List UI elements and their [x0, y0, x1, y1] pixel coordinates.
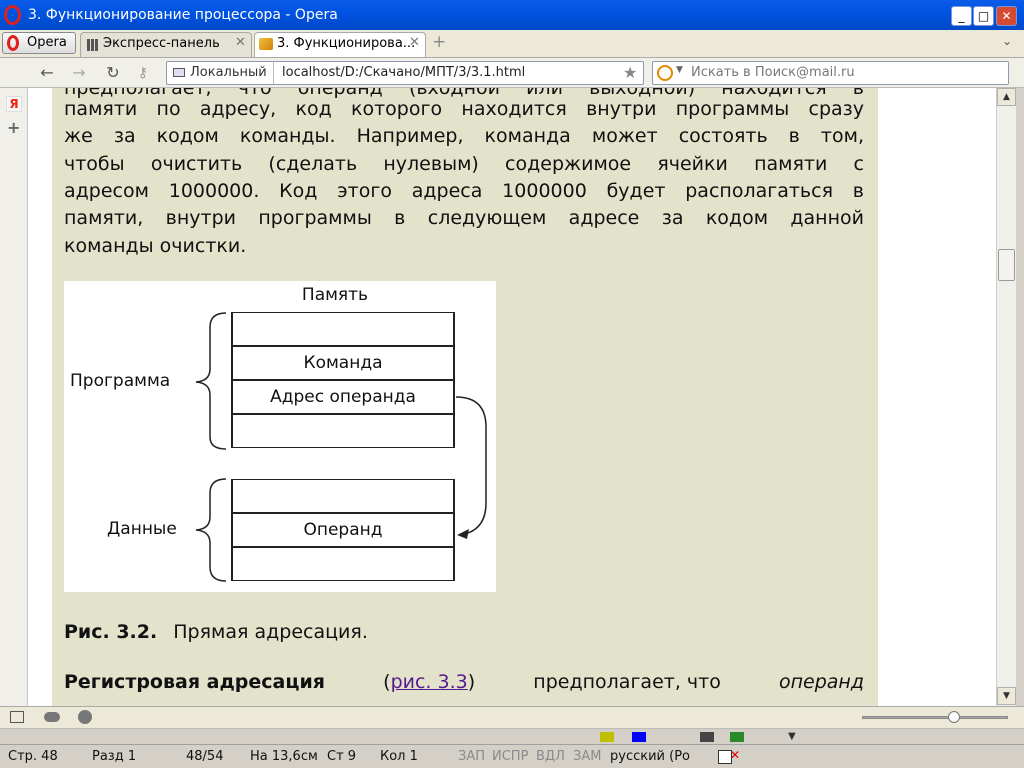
- spelling-error-icon: ✕: [730, 748, 741, 762]
- document-viewport: предполагает, что операнд (входной или в…: [28, 88, 996, 706]
- speed-dial-icon[interactable]: [78, 710, 92, 724]
- color-swatch-icon: [730, 732, 744, 742]
- address-arrow: [455, 396, 487, 536]
- zoom-slider[interactable]: [862, 711, 1008, 723]
- program-brace: [195, 312, 227, 450]
- text-line: памяти по адресу, код которого находится…: [64, 98, 864, 120]
- tab-label: 3. Функционирова...: [277, 36, 416, 51]
- text-line: адресом 1000000. Код этого адреса 100000…: [64, 180, 864, 202]
- window-title: 3. Функционирование процессора - Opera: [28, 7, 338, 23]
- pages-indicator: 48/54: [186, 749, 224, 764]
- site-label: Локальный: [190, 65, 267, 80]
- page-indicator: Стр. 48: [8, 749, 58, 764]
- cloud-icon[interactable]: [44, 712, 60, 722]
- extend-indicator[interactable]: ВДЛ: [536, 749, 565, 764]
- window-edge: [1016, 88, 1024, 706]
- opera-o-icon: [7, 35, 19, 51]
- title-bar: 3. Функционирование процессора - Opera _…: [0, 0, 1024, 30]
- paren-text: (рис. 3.3): [383, 671, 476, 693]
- key-icon[interactable]: ⚷: [134, 64, 152, 82]
- maximize-button[interactable]: □: [973, 6, 994, 26]
- tab-list-chevron-icon[interactable]: ⌄: [1002, 34, 1012, 48]
- reload-icon[interactable]: ↻: [104, 64, 122, 82]
- language-indicator[interactable]: русский (Ро: [610, 749, 690, 764]
- data-brace: [195, 478, 227, 582]
- vertical-scrollbar[interactable]: ▲ ▼: [996, 88, 1016, 706]
- minimize-button[interactable]: _: [951, 6, 972, 26]
- tab-label: Экспресс-панель: [103, 36, 220, 51]
- text-fragment: предполагает, что: [533, 671, 721, 693]
- next-paragraph: Регистровая адресация (рис. 3.3) предпол…: [64, 669, 864, 696]
- search-field[interactable]: ▼ Искать в Поиск@mail.ru: [652, 61, 1009, 85]
- forward-arrow-icon[interactable]: →: [70, 64, 88, 82]
- arrow-head: [457, 529, 469, 539]
- zoom-slider-knob[interactable]: [947, 711, 960, 723]
- divider: [273, 62, 274, 84]
- panel-toggle-icon[interactable]: [10, 711, 24, 723]
- overtype-indicator[interactable]: ЗАМ: [573, 749, 601, 764]
- text-line: команды очистки.: [64, 235, 247, 257]
- tab-bar: Opera Экспресс-панель ✕ 3. Функционирова…: [0, 30, 1024, 58]
- opera-menu-button[interactable]: Opera: [2, 32, 76, 54]
- address-toolbar: ← → ↻ ⚷ Локальный localhost/D:/Скачано/М…: [0, 58, 1024, 88]
- page-favicon-icon: [259, 38, 273, 50]
- browser-status-bar: [0, 706, 1024, 728]
- tab-current-page[interactable]: 3. Функционирова... ✕: [254, 32, 426, 57]
- caption-text: Прямая адресация.: [173, 621, 368, 643]
- text-line: же за кодом команды. Например, команда м…: [64, 125, 864, 147]
- address-field[interactable]: Локальный localhost/D:/Скачано/МПТ/3/3.1…: [166, 61, 644, 85]
- url-text[interactable]: localhost/D:/Скачано/МПТ/3/3.1.html: [282, 65, 525, 80]
- color-swatch-icon: [600, 732, 614, 742]
- memory-diagram: Память Команда Адрес операнда Операнд Пр…: [64, 281, 496, 592]
- opera-menu-label: Opera: [27, 35, 67, 50]
- position-indicator: На 13,6см: [250, 749, 318, 764]
- tab-close-icon[interactable]: ✕: [409, 35, 420, 50]
- figure-link[interactable]: рис. 3.3: [391, 671, 468, 693]
- opera-logo-icon: [4, 5, 21, 25]
- close-button[interactable]: ✕: [996, 6, 1017, 26]
- grid-icon: [87, 39, 99, 51]
- diagram-connectors: [195, 312, 487, 582]
- tab-express-panel[interactable]: Экспресс-панель ✕: [80, 32, 252, 57]
- search-placeholder: Искать в Поиск@mail.ru: [691, 65, 855, 80]
- text-line: чтобы очистить (сделать нулевым) содержи…: [64, 153, 864, 175]
- scroll-down-icon[interactable]: ▼: [997, 687, 1016, 705]
- text-line: памяти, внутри программы в следующем адр…: [64, 207, 864, 229]
- color-swatch-icon: [700, 732, 714, 742]
- document-page: предполагает, что операнд (входной или в…: [52, 88, 878, 706]
- side-panel: Я +: [0, 88, 28, 706]
- taskbar-strip: ▼: [0, 728, 1024, 744]
- figure-caption: Рис. 3.2. Прямая адресация.: [64, 619, 368, 646]
- computer-icon: [173, 68, 185, 77]
- column-indicator: Кол 1: [380, 749, 418, 764]
- new-tab-icon[interactable]: +: [432, 32, 446, 52]
- color-swatch-icon: [632, 732, 646, 742]
- chevron-down-icon[interactable]: ▼: [676, 65, 683, 75]
- tab-close-icon[interactable]: ✕: [235, 35, 246, 50]
- scroll-up-icon[interactable]: ▲: [997, 88, 1016, 106]
- yandex-icon[interactable]: Я: [6, 96, 22, 112]
- line-indicator: Ст 9: [327, 749, 357, 764]
- caption-number: Рис. 3.2.: [64, 621, 158, 643]
- italic-term: операнд: [778, 671, 864, 693]
- chevron-down-icon[interactable]: ▼: [788, 731, 796, 742]
- section-indicator: Разд 1: [92, 749, 137, 764]
- track-changes-indicator[interactable]: ИСПР: [492, 749, 528, 764]
- add-icon[interactable]: +: [7, 118, 20, 137]
- word-status-bar: Стр. 48 Разд 1 48/54 На 13,6см Ст 9 Кол …: [0, 744, 1024, 768]
- back-arrow-icon[interactable]: ←: [38, 64, 56, 82]
- record-indicator[interactable]: ЗАП: [458, 749, 485, 764]
- mailru-search-icon: [657, 65, 673, 81]
- star-icon[interactable]: ★: [623, 63, 637, 82]
- term-bold: Регистровая адресация: [64, 671, 325, 693]
- scroll-thumb[interactable]: [998, 249, 1015, 281]
